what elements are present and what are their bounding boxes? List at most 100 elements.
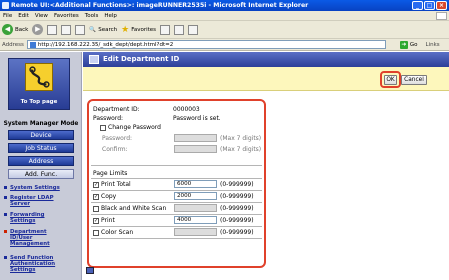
bullet-icon <box>4 186 7 189</box>
home-button[interactable] <box>75 24 86 35</box>
favorites-label: Favorites <box>131 26 157 33</box>
menu-tools[interactable]: Tools <box>85 13 99 19</box>
favorites-button[interactable]: ★ Favorites <box>121 25 156 35</box>
main-content: Edit Department ID OK Cancel Department … <box>83 52 449 280</box>
bw-scan-checkbox[interactable] <box>93 206 99 212</box>
history-button[interactable] <box>160 24 171 35</box>
refresh-button[interactable] <box>61 24 72 35</box>
password-hint: (Max 7 digits) <box>220 135 262 142</box>
mail-button[interactable] <box>174 24 185 35</box>
row-divider <box>91 202 262 203</box>
print-total-checkbox[interactable]: ✓ <box>93 182 99 188</box>
row-divider <box>91 238 262 239</box>
search-icon: 🔍 <box>89 26 97 33</box>
to-top-page-button[interactable]: To Top page <box>8 58 70 110</box>
job-status-button[interactable]: Job Status <box>8 143 74 153</box>
print-total-range: (0-999999) <box>220 181 254 188</box>
color-scan-label: Color Scan <box>101 229 134 236</box>
copy-range: (0-999999) <box>220 193 254 200</box>
back-label: Back <box>15 26 29 33</box>
sidebar-item-label: Department ID/User Management <box>10 229 50 247</box>
ie-icon <box>2 2 9 9</box>
print-total-input[interactable]: 6000 <box>174 180 217 188</box>
window-title-bar: Remote UI:<Additional Functions>: imageR… <box>0 0 449 11</box>
address-button[interactable]: Address <box>8 156 74 166</box>
bullet-icon <box>4 213 7 216</box>
device-button[interactable]: Device <box>8 130 74 140</box>
sidebar-item-system-settings[interactable]: System Settings <box>4 185 60 191</box>
links-button[interactable]: Links <box>426 42 440 48</box>
menu-edit[interactable]: Edit <box>18 13 29 19</box>
sidebar: To Top page System Manager Mode Device J… <box>0 52 82 280</box>
stop-button[interactable] <box>47 24 58 35</box>
password-label: Password: <box>93 115 124 122</box>
department-id-label: Department ID: <box>93 106 140 113</box>
back-button[interactable]: ◀ Back <box>2 24 28 35</box>
sidebar-item-label: Register LDAP Server <box>10 195 54 207</box>
minimize-button[interactable]: _ <box>412 1 423 10</box>
sidebar-item-label: Forwarding Settings <box>10 212 45 224</box>
print-input[interactable]: 4000 <box>174 216 217 224</box>
search-label: Search <box>98 26 118 33</box>
color-scan-input[interactable] <box>174 228 217 236</box>
go-arrow-icon: ➜ <box>399 40 408 49</box>
password-input[interactable] <box>174 134 217 142</box>
menu-favorites[interactable]: Favorites <box>54 13 79 19</box>
system-manager-mode-label: System Manager Mode <box>3 121 79 127</box>
bw-scan-input[interactable] <box>174 204 217 212</box>
sidebar-item-forwarding-settings[interactable]: Forwarding Settings <box>4 212 64 224</box>
go-button[interactable]: ➜ Go <box>399 40 418 49</box>
section-divider <box>91 178 262 179</box>
change-password-checkbox[interactable] <box>100 125 106 131</box>
sidebar-item-department-id-user-management[interactable]: Department ID/User Management <box>4 229 64 247</box>
print-total-label: Print Total <box>101 181 131 188</box>
department-id-value: 0000003 <box>173 106 200 113</box>
color-scan-checkbox[interactable] <box>93 230 99 236</box>
menu-view[interactable]: View <box>35 13 48 19</box>
forward-button[interactable]: ▶ <box>32 24 44 35</box>
cancel-button[interactable]: Cancel <box>401 75 427 85</box>
password-status: Password is set. <box>173 115 221 122</box>
copy-checkbox[interactable]: ✓ <box>93 194 99 200</box>
confirm-field-label: Confirm: <box>102 146 128 153</box>
current-page-bullet-icon <box>4 230 7 233</box>
action-bar: OK Cancel <box>83 67 449 91</box>
status-icon <box>86 267 94 274</box>
sidebar-item-register-ldap-server[interactable]: Register LDAP Server <box>4 195 64 207</box>
route-icon <box>25 63 53 91</box>
close-button[interactable]: × <box>436 1 447 10</box>
sidebar-item-label: System Settings <box>10 185 60 191</box>
print-label: Print <box>101 217 115 224</box>
row-divider <box>91 214 262 215</box>
address-url: http://192.168.222.35/_sdk_dept/dept.htm… <box>37 42 174 48</box>
department-icon <box>89 55 99 64</box>
address-input[interactable]: http://192.168.222.35/_sdk_dept/dept.htm… <box>26 40 386 49</box>
address-label: Address <box>2 41 24 48</box>
search-button[interactable]: 🔍 Search <box>89 27 117 33</box>
page-header: Edit Department ID <box>83 52 449 67</box>
print-checkbox[interactable]: ✓ <box>93 218 99 224</box>
maximize-button[interactable]: □ <box>424 1 435 10</box>
add-func-button[interactable]: Add. Func. <box>8 169 74 179</box>
menu-help[interactable]: Help <box>104 13 117 19</box>
edit-department-form: Department ID: 0000003 Password: Passwor… <box>87 99 266 268</box>
password-field-label: Password: <box>102 135 133 142</box>
confirm-hint: (Max 7 digits) <box>220 146 262 153</box>
section-divider <box>91 165 262 166</box>
print-button[interactable] <box>188 24 199 35</box>
menu-bar: File Edit View Favorites Tools Help <box>0 11 449 21</box>
color-scan-range: (0-999999) <box>220 229 254 236</box>
bw-scan-label: Black and White Scan <box>101 205 167 212</box>
confirm-password-input[interactable] <box>174 145 217 153</box>
row-divider <box>91 226 262 227</box>
bullet-icon <box>4 256 7 259</box>
sidebar-item-send-function-authentication-settings[interactable]: Send Function Authentication Settings <box>4 255 64 273</box>
page-title: Edit Department ID <box>103 55 180 63</box>
window-title: Remote UI:<Additional Functions>: imageR… <box>11 2 309 9</box>
bullet-icon <box>4 196 7 199</box>
page-limits-label: Page Limits <box>93 170 128 177</box>
copy-input[interactable]: 2000 <box>174 192 217 200</box>
menu-file[interactable]: File <box>3 13 12 19</box>
windows-logo-icon <box>436 12 447 20</box>
ok-button[interactable]: OK <box>384 75 397 85</box>
